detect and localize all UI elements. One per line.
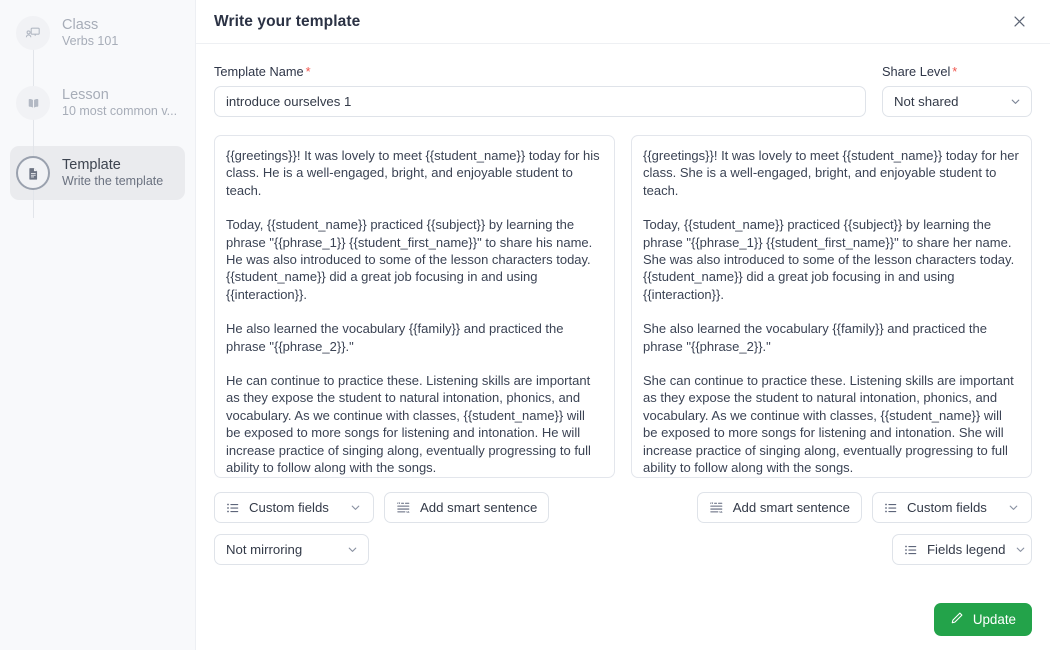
template-name-field: Template Name * <box>214 64 866 117</box>
document-icon <box>26 166 41 181</box>
button-label: Custom fields <box>907 500 987 515</box>
sidebar-step-class[interactable]: Class Verbs 101 <box>10 6 185 60</box>
step-text: Lesson 10 most common v... <box>62 86 177 120</box>
editor-paragraph: She also learned the vocabulary {{family… <box>643 321 988 354</box>
toolbar-right-line-1: Add smart sentence Custom fields <box>631 492 1032 523</box>
step-subtitle: 10 most common v... <box>62 104 178 119</box>
sidebar-step-lesson[interactable]: Lesson 10 most common v... <box>10 76 185 130</box>
male-template-editor[interactable]: {{greetings}}! It was lovely to meet {{s… <box>214 135 615 478</box>
button-label: Update <box>972 611 1016 627</box>
step-title: Template <box>62 157 121 174</box>
share-level-field: Share Level * Not shared <box>882 64 1032 117</box>
chevron-down-icon <box>346 543 359 556</box>
step-title: Class <box>62 17 99 34</box>
label-text: Template Name <box>214 64 304 79</box>
smart-sentence-icon <box>709 500 724 515</box>
page-title: Write your template <box>214 12 361 30</box>
smart-sentence-icon <box>396 500 411 515</box>
share-level-value: Not shared <box>894 94 959 109</box>
sidebar-step-template[interactable]: Template Write the template <box>10 146 185 200</box>
fields-legend-button[interactable]: Fields legend <box>892 534 1032 565</box>
step-title: Lesson <box>62 87 109 104</box>
modal-content: Template Name* Share Level* Not shared <box>196 44 1050 650</box>
editor-paragraph: She can continue to practice these. List… <box>643 373 1014 476</box>
step-subtitle: Verbs 101 <box>62 34 119 49</box>
template-modal: Write your template Template Name* S <box>196 0 1050 650</box>
step-text: Class Verbs 101 <box>62 16 118 50</box>
stepper-connector <box>33 188 34 218</box>
pencil-icon <box>950 611 964 628</box>
chevron-down-icon <box>349 501 362 514</box>
toolbar-rows: Custom fields Add smart sentence Not mir… <box>214 492 1032 576</box>
list-icon <box>884 501 898 515</box>
modal-header: Write your template <box>196 0 1050 44</box>
template-name-input[interactable] <box>214 86 866 117</box>
editor-paragraph: {{greetings}}! It was lovely to meet {{s… <box>643 148 1019 198</box>
form-field-row: Template Name* Share Level* Not shared <box>214 64 1032 117</box>
toolbar-right: Add smart sentence Custom fields Fields … <box>631 492 1032 576</box>
button-label: Add smart sentence <box>732 500 850 515</box>
button-label: Add smart sentence <box>420 500 538 515</box>
female-template-editor[interactable]: {{greetings}}! It was lovely to meet {{s… <box>631 135 1032 478</box>
right-add-smart-sentence-button[interactable]: Add smart sentence <box>696 492 862 523</box>
stepper-sidebar: Class Verbs 101 Lesson 10 most common v.… <box>0 0 196 650</box>
editors-row: {{greetings}}! It was lovely to meet {{s… <box>214 135 1032 478</box>
editor-paragraph: He can continue to practice these. Liste… <box>226 373 591 476</box>
toolbar-left-line-1: Custom fields Add smart sentence <box>214 492 615 523</box>
toolbar-left: Custom fields Add smart sentence Not mir… <box>214 492 615 576</box>
editor-paragraph: He also learned the vocabulary {{family}… <box>226 321 564 354</box>
toolbar-left-line-2: Not mirroring <box>214 534 615 565</box>
app-root: Class Verbs 101 Lesson 10 most common v.… <box>0 0 1050 650</box>
update-button[interactable]: Update <box>933 602 1032 636</box>
share-level-label: Share Level * <box>882 64 1032 79</box>
editor-paragraph: {{greetings}}! It was lovely to meet {{s… <box>226 148 600 198</box>
mirroring-value: Not mirroring <box>226 542 303 557</box>
close-icon[interactable] <box>1006 9 1032 35</box>
mirroring-select[interactable]: Not mirroring <box>214 534 369 565</box>
step-icon-circle <box>16 156 50 190</box>
chevron-down-icon <box>1014 543 1027 556</box>
template-name-label: Template Name * <box>214 64 866 79</box>
share-level-select[interactable]: Not shared <box>882 86 1032 117</box>
required-asterisk: * <box>952 64 958 79</box>
chevron-down-icon <box>1009 95 1022 108</box>
label-text: Share Level <box>882 64 951 79</box>
book-icon <box>26 96 41 111</box>
list-icon <box>904 543 918 557</box>
button-label: Fields legend <box>927 542 1006 557</box>
left-add-smart-sentence-button[interactable]: Add smart sentence <box>384 492 550 523</box>
chevron-down-icon <box>1007 501 1020 514</box>
step-icon-circle <box>16 86 50 120</box>
editor-paragraph: Today, {{student_name}} practiced {{subj… <box>226 217 593 302</box>
class-presentation-icon <box>25 25 41 41</box>
editor-paragraph: Today, {{student_name}} practiced {{subj… <box>643 217 1015 302</box>
step-subtitle: Write the template <box>62 174 164 189</box>
button-label: Custom fields <box>249 500 329 515</box>
toolbar-right-line-2: Fields legend <box>631 534 1032 565</box>
list-icon <box>226 501 240 515</box>
modal-footer: Update <box>196 588 1050 650</box>
step-text: Template Write the template <box>62 156 163 190</box>
stepper-connector <box>33 118 34 158</box>
right-custom-fields-button[interactable]: Custom fields <box>872 492 1032 523</box>
required-asterisk: * <box>305 64 311 79</box>
step-icon-circle <box>16 16 50 50</box>
left-custom-fields-button[interactable]: Custom fields <box>214 492 374 523</box>
stepper-connector <box>33 48 34 88</box>
